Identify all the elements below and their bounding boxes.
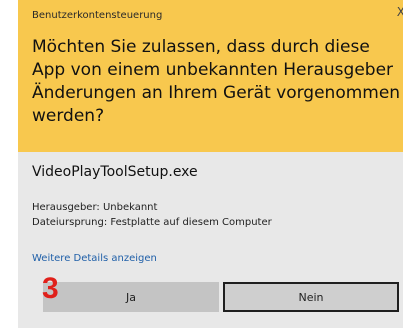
yes-button[interactable]: Ja — [43, 282, 219, 312]
app-name: VideoPlayToolSetup.exe — [32, 164, 198, 180]
dialog-header: Benutzerkontensteuerung X Möchten Sie zu… — [18, 0, 403, 152]
origin-text: Dateiursprung: Festplatte auf diesem Com… — [32, 217, 272, 228]
dialog-question: Möchten Sie zulassen, dass durch diese A… — [32, 37, 401, 126]
step-number-annotation: 3 — [42, 272, 59, 305]
app-metadata: Herausgeber: Unbekannt Dateiursprung: Fe… — [32, 200, 272, 230]
dialog-caption: Benutzerkontensteuerung — [32, 10, 163, 21]
close-icon[interactable]: X — [397, 6, 403, 18]
no-button[interactable]: Nein — [223, 282, 399, 312]
uac-dialog: Benutzerkontensteuerung X Möchten Sie zu… — [18, 0, 403, 328]
publisher-text: Herausgeber: Unbekannt — [32, 202, 158, 213]
show-details-link[interactable]: Weitere Details anzeigen — [32, 253, 157, 264]
